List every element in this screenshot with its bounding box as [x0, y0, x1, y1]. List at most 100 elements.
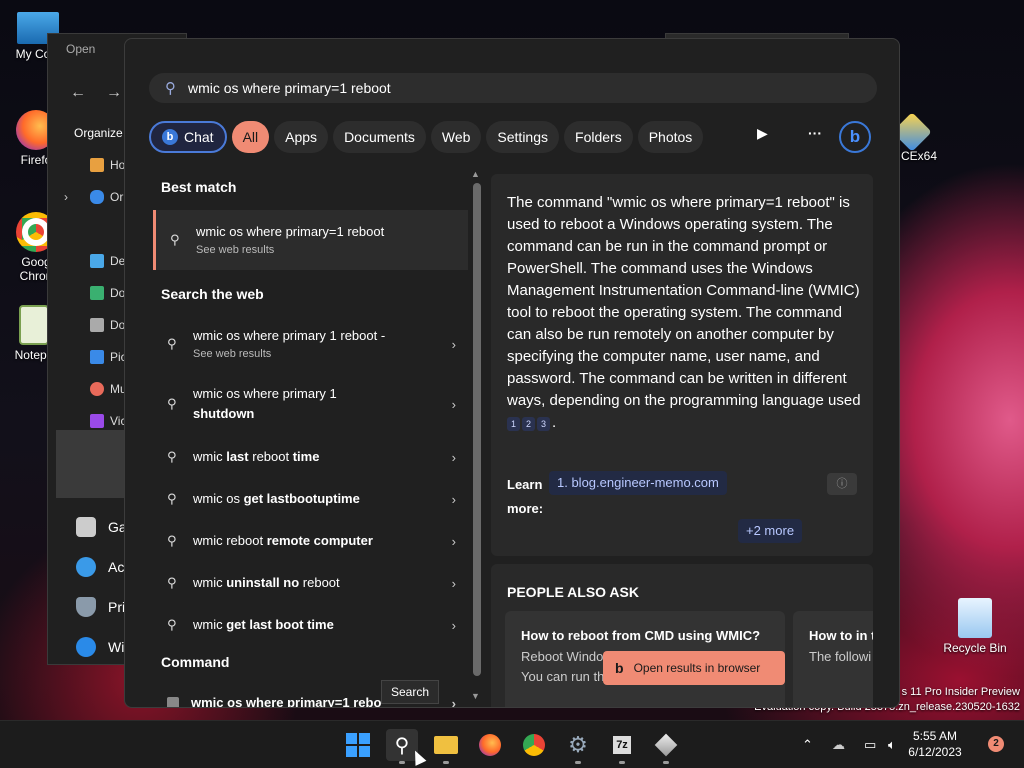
nav-item-documents[interactable]: Do [90, 312, 125, 338]
recycle-bin-desktop-icon[interactable]: Recycle Bin [943, 598, 1007, 655]
search-box[interactable]: ⚲ wmic os where primary=1 reboot [149, 73, 877, 103]
result-text: wmic reboot [193, 533, 267, 548]
results-scrollbar[interactable]: ▲ ▼ [469, 169, 485, 707]
citation-badge[interactable]: 3 [537, 417, 551, 431]
chevron-right-icon: › [451, 449, 456, 465]
search-icon: ⚲ [167, 533, 177, 548]
music-icon [90, 382, 104, 396]
web-result[interactable]: ⚲ wmic os get lastbootuptime › [153, 478, 468, 520]
chevron-up-icon[interactable]: ⌃ [802, 737, 813, 753]
scrollbar-thumb[interactable] [473, 183, 481, 676]
web-result[interactable]: ⚲ wmic uninstall no reboot › [153, 562, 468, 604]
nav-item-home[interactable]: Ho [90, 152, 125, 178]
tab-all[interactable]: All [231, 121, 270, 153]
more-options-icon[interactable]: ··· [808, 125, 822, 141]
search-icon: ⚲ [165, 80, 176, 97]
tab-label: Chat [184, 129, 214, 145]
result-title: wmic os where primary 1 [193, 386, 337, 401]
app-taskbar-button[interactable] [650, 729, 682, 764]
nav-item-onedrive[interactable]: › Or [64, 184, 123, 210]
tab-apps[interactable]: Apps [274, 121, 329, 153]
paa-question: How to reboot from CMD using WMIC? [521, 628, 761, 643]
firefox-taskbar-button[interactable] [474, 729, 506, 761]
paa-card[interactable]: How to in the Win32 The followi Reboot m… [793, 611, 873, 707]
section-header: Search the web [161, 286, 264, 302]
result-bold-text: uninstall no [226, 575, 300, 590]
taskbar: ⚲ ⚙ 7z ⌃ ☁ ▭ 🔈︎ 5:55 AM 6/12/2023 2 [0, 720, 1024, 768]
web-result[interactable]: ⚲ wmic os where primary 1 shutdown › [153, 374, 468, 434]
search-input[interactable]: wmic os where primary=1 reboot [188, 80, 391, 96]
citation-badge[interactable]: 1 [507, 417, 521, 431]
nav-item-music[interactable]: Mu [90, 376, 127, 402]
result-bold-text: shutdown [193, 406, 255, 421]
bing-chat-icon: b [162, 129, 178, 145]
open-results-in-browser-button[interactable]: b Open results in browser [603, 651, 785, 685]
tab-web[interactable]: Web [430, 121, 482, 153]
paa-header: PEOPLE ALSO ASK [507, 584, 639, 600]
play-icon[interactable]: ▶ [757, 125, 768, 142]
nav-item-desktop[interactable]: De [90, 248, 125, 274]
cloud-offline-icon[interactable]: ☁ [832, 737, 845, 753]
tab-chat[interactable]: b Chat [149, 121, 227, 153]
web-result[interactable]: ⚲ wmic last reboot time › [153, 436, 468, 478]
settings-taskbar-button[interactable]: ⚙ [562, 729, 594, 764]
search-tooltip: Search [381, 680, 439, 704]
desktop-folder-icon [90, 254, 104, 268]
file-explorer-taskbar-button[interactable] [430, 729, 462, 764]
clock-date: 6/12/2023 [908, 745, 962, 759]
back-arrow-icon[interactable]: ← [70, 84, 86, 102]
citation-badge[interactable]: 2 [522, 417, 536, 431]
windows-logo-icon [346, 733, 370, 757]
settings-item-windows-update[interactable]: Wi [76, 632, 124, 662]
result-text: wmic os [193, 491, 244, 506]
settings-item-gaming[interactable]: Ga [76, 512, 127, 542]
desktop-icon-label: Recycle Bin [943, 641, 1007, 655]
clock[interactable]: 5:55 AM 6/12/2023 [880, 728, 990, 760]
best-match-result[interactable]: ⚲ wmic os where primary=1 reboot See web … [153, 210, 468, 270]
organize-button[interactable]: Organize [74, 126, 123, 140]
search-icon: ⚲ [167, 336, 177, 351]
notification-badge[interactable]: 2 [988, 736, 1004, 752]
start-button[interactable] [342, 729, 374, 761]
tab-documents[interactable]: Documents [333, 121, 426, 153]
result-subtitle: See web results [193, 348, 272, 360]
search-icon: ⚲ [167, 617, 177, 632]
chevron-right-icon: › [451, 533, 456, 549]
download-icon [90, 286, 104, 300]
web-result[interactable]: ⚲ wmic os where primary 1 reboot - See we… [153, 314, 468, 374]
paa-question: How to in the Win32 [809, 628, 873, 643]
results-list: Best match ⚲ wmic os where primary=1 reb… [153, 174, 468, 707]
settings-item-privacy[interactable]: Pri [76, 592, 125, 622]
home-icon [90, 158, 104, 172]
more-sources-button[interactable]: +2 more [738, 519, 803, 543]
app-icon [654, 733, 678, 757]
settings-label: Ac [108, 559, 125, 575]
pictures-icon [90, 350, 104, 364]
forward-arrow-icon[interactable]: → [106, 84, 122, 102]
info-icon[interactable]: ⓘ [827, 473, 857, 495]
search-icon: ⚲ [167, 575, 177, 590]
chrome-taskbar-button[interactable] [518, 729, 550, 761]
tab-photos[interactable]: Photos [637, 121, 704, 153]
active-indicator [575, 761, 581, 764]
7zip-taskbar-button[interactable]: 7z [606, 729, 638, 764]
tab-folders[interactable]: Folders [564, 121, 633, 153]
search-icon: ⚲ [170, 232, 180, 247]
watermark-line: s 11 Pro Insider Preview [901, 686, 1020, 698]
result-subtitle: See web results [196, 244, 275, 256]
nav-item-pictures[interactable]: Pic [90, 344, 127, 370]
web-result[interactable]: ⚲ wmic reboot remote computer › [153, 520, 468, 562]
tab-settings[interactable]: Settings [486, 121, 560, 153]
scroll-down-icon[interactable]: ▼ [471, 691, 480, 701]
chevron-right-icon: › [451, 396, 456, 412]
scroll-up-icon[interactable]: ▲ [471, 169, 480, 179]
answer-text-container: The command "wmic os where primary=1 reb… [507, 192, 861, 434]
network-icon[interactable]: ▭ [864, 737, 876, 753]
web-result[interactable]: ⚲ wmic get last boot time › [153, 604, 468, 646]
bing-icon[interactable]: b [839, 121, 871, 153]
chevron-right-icon[interactable]: › [64, 190, 68, 204]
nav-item-downloads[interactable]: Do [90, 280, 125, 306]
settings-item-accessibility[interactable]: Ac [76, 552, 124, 582]
button-label: Open results in browser [633, 661, 761, 675]
source-link[interactable]: 1. blog.engineer-memo.com [549, 471, 727, 495]
